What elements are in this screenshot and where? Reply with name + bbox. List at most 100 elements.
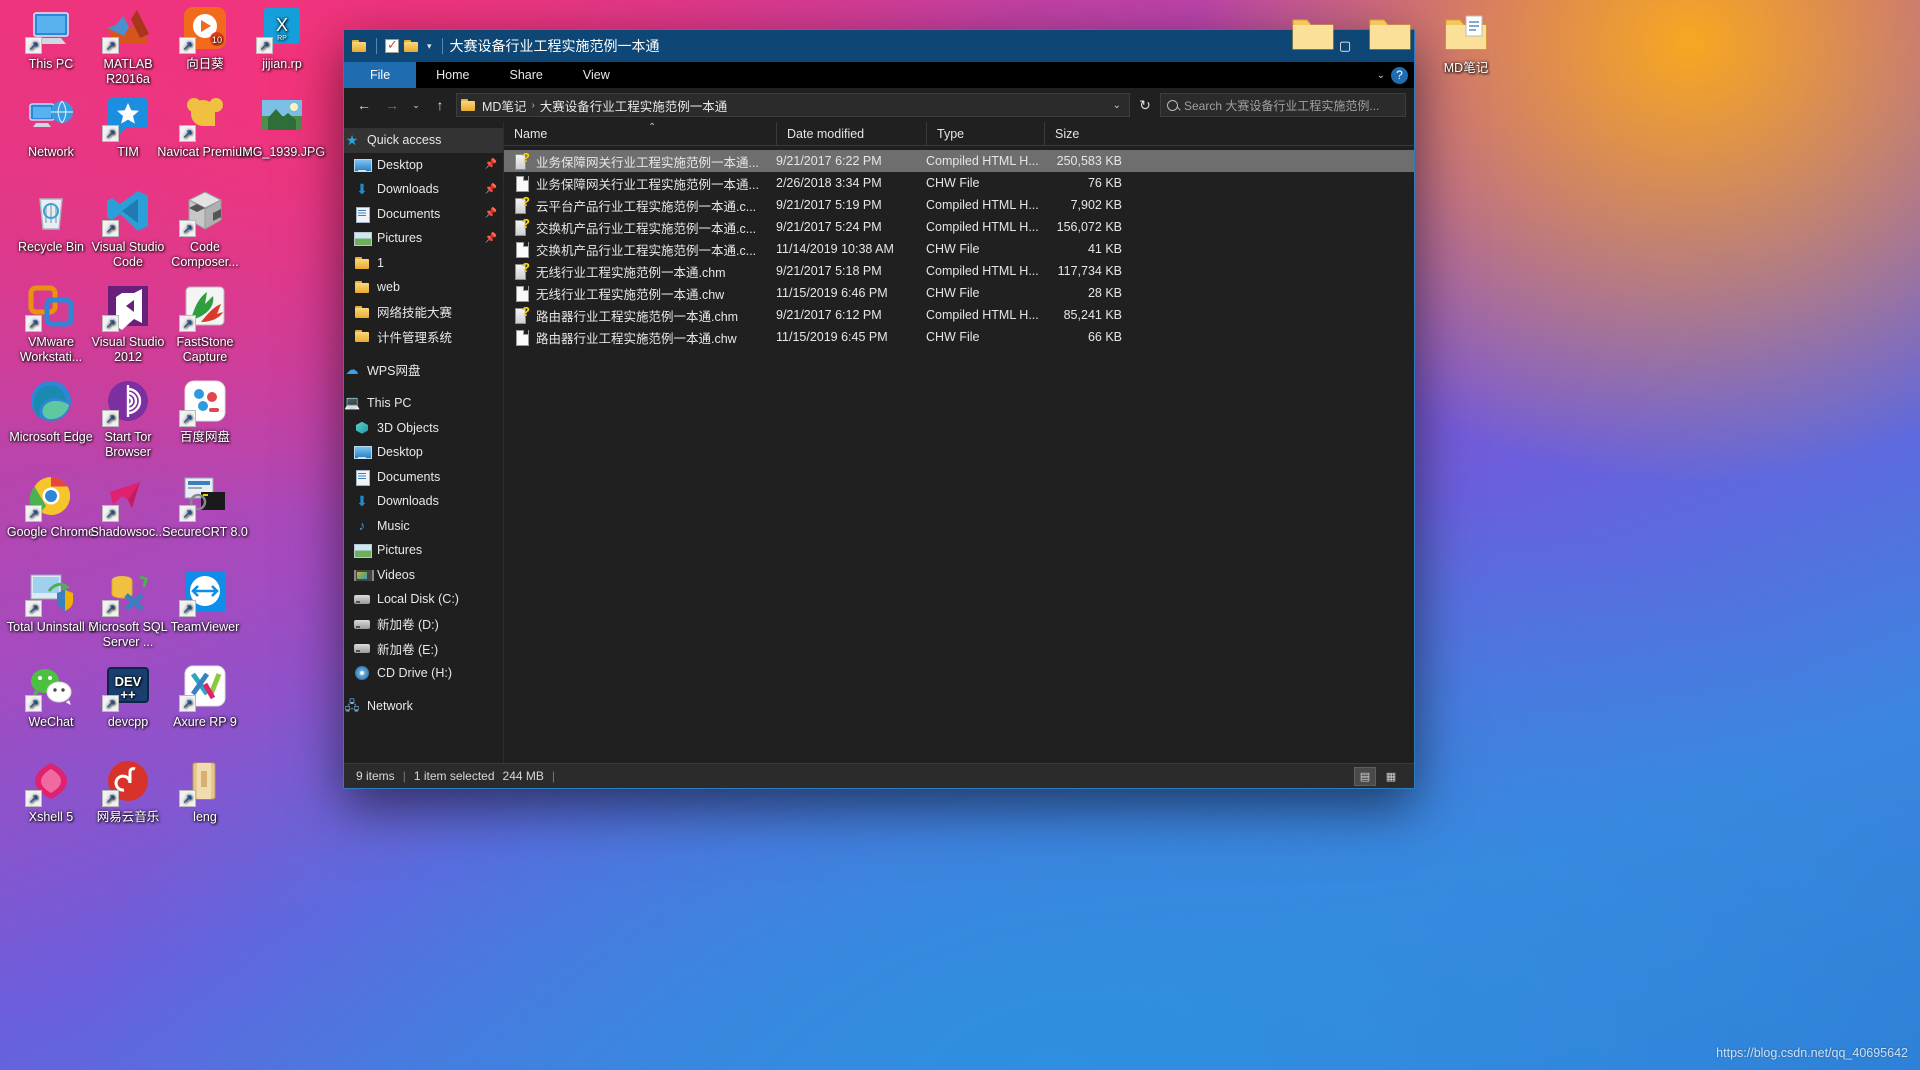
sidebar-item-cd-drive-h-[interactable]: CD Drive (H:) (344, 661, 503, 686)
column-header-type[interactable]: Type (926, 121, 1044, 146)
documents-icon (354, 206, 370, 223)
sidebar-item-this-pc[interactable]: 💻 This PC (344, 391, 503, 416)
sidebar-item-downloads[interactable]: ⬇ Downloads 📌 (344, 177, 503, 202)
column-header-name[interactable]: Name (504, 122, 776, 146)
large-icons-view-button[interactable]: ▦ (1380, 767, 1402, 786)
new-folder-icon[interactable] (404, 39, 420, 53)
file-rows: 业务保障网关行业工程实施范例一本通... 9/21/2017 6:22 PM Com… (504, 146, 1414, 763)
tab-share[interactable]: Share (490, 62, 563, 88)
sidebar-item-desktop[interactable]: Desktop (344, 440, 503, 465)
sidebar-item-label: Documents (377, 469, 441, 484)
netease-music-icon (102, 757, 152, 807)
desktop-icon[interactable]: XRP jijian.rp (234, 4, 330, 72)
pin-icon[interactable]: 📌 (485, 184, 497, 195)
desktop-icon-label: IMG_1939.JPG (238, 145, 326, 159)
sidebar-item-label: This PC (367, 396, 412, 411)
shortcut-overlay-icon (102, 790, 119, 807)
item-count-label: 9 items (356, 769, 395, 783)
details-view-button[interactable]: ▤ (1354, 766, 1376, 786)
sidebar-item-web[interactable]: web (344, 275, 503, 300)
table-row[interactable]: 云平台产品行业工程实施范例一本通.c... 9/21/2017 5:19 PM Co… (504, 194, 1414, 216)
breadcrumb[interactable]: MD笔记 › 大赛设备行业工程实施范例一本通 ⌄ (456, 93, 1130, 117)
table-row[interactable]: 业务保障网关行业工程实施范例一本通... 2/26/2018 3:34 PM CHW… (504, 172, 1414, 194)
sidebar-item--[interactable]: 计件管理系统 (344, 324, 503, 349)
tab-view[interactable]: View (563, 62, 630, 88)
sidebar-item-pictures[interactable]: Pictures (344, 538, 503, 563)
breadcrumb-chevron-0[interactable]: › (531, 100, 534, 111)
sidebar-item-videos[interactable]: Videos (344, 563, 503, 588)
up-button[interactable]: ↑ (428, 93, 452, 117)
desktop-icon[interactable]: FastStone Capture (157, 282, 253, 364)
forward-button[interactable]: → (380, 93, 404, 117)
pin-icon[interactable]: 📌 (485, 233, 497, 244)
table-row[interactable]: 无线行业工程实施范例一本通.chm 9/21/2017 5:18 PM Compil… (504, 260, 1414, 282)
sidebar-item-wps-[interactable]: ☁ WPS网盘 (344, 358, 503, 383)
table-row[interactable]: 路由器行业工程实施范例一本通.chw 11/15/2019 6:45 PM CHW … (504, 326, 1414, 348)
address-dropdown-icon[interactable]: ⌄ (1109, 100, 1125, 111)
help-icon[interactable]: ? (1391, 66, 1408, 84)
desktop-icon[interactable]: MD笔记 (1418, 8, 1514, 76)
desktop-icon[interactable]: SecureCRT 8.0 (157, 472, 253, 540)
back-button[interactable]: ← (352, 93, 376, 117)
sidebar-item-3d-objects[interactable]: 3D Objects (344, 416, 503, 441)
folder-icon (354, 328, 370, 344)
sidebar-item-desktop[interactable]: Desktop 📌 (344, 153, 503, 178)
title-bar[interactable]: ▾ 大赛设备行业工程实施范例一本通 — ▢ ✕ (344, 30, 1414, 62)
chw-file-icon (514, 241, 529, 258)
pin-icon[interactable]: 📌 (485, 208, 497, 219)
column-header-date[interactable]: Date modified (776, 121, 926, 146)
expand-ribbon-icon[interactable]: ⌄ (1377, 70, 1385, 81)
desktop-icon[interactable]: Axure RP 9 (157, 662, 253, 730)
desktop-icon[interactable]: Code Composer... (157, 187, 253, 269)
file-name-label: 业务保障网关行业工程实施范例一本通... (536, 155, 759, 170)
sidebar-item--[interactable]: 网络技能大赛 (344, 300, 503, 325)
qat-divider (376, 38, 377, 54)
table-row[interactable]: 交换机产品行业工程实施范例一本通.c... 11/14/2019 10:38 AM… (504, 238, 1414, 260)
sidebar-item-local-disk-c-[interactable]: Local Disk (C:) (344, 587, 503, 612)
sidebar-item-pictures[interactable]: Pictures 📌 (344, 226, 503, 251)
chevron-down-icon[interactable]: ▾ (427, 41, 432, 52)
desktop-icon[interactable]: 百度网盘 (157, 377, 253, 445)
sidebar-item-downloads[interactable]: ⬇ Downloads (344, 489, 503, 514)
sidebar-item--d-[interactable]: 新加卷 (D:) (344, 612, 503, 637)
file-name-label: 交换机产品行业工程实施范例一本通.c... (536, 243, 757, 258)
table-row[interactable]: 路由器行业工程实施范例一本通.chm 9/21/2017 6:12 PM Compi… (504, 304, 1414, 326)
table-row[interactable]: 交换机产品行业工程实施范例一本通.c... 9/21/2017 5:24 PM Co… (504, 216, 1414, 238)
breadcrumb-item-0[interactable]: MD笔记 (482, 96, 526, 115)
sidebar-item-label: Videos (377, 567, 415, 582)
shortcut-overlay-icon (179, 37, 196, 54)
xshell-icon (25, 757, 75, 807)
desktop-icon[interactable]: IMG_1939.JPG (234, 92, 330, 160)
shortcut-overlay-icon (25, 790, 42, 807)
chm-file-icon (514, 152, 530, 170)
properties-icon[interactable] (385, 37, 399, 53)
table-row[interactable]: 业务保障网关行业工程实施范例一本通... 9/21/2017 6:22 PM Com… (504, 150, 1414, 172)
breadcrumb-item-1[interactable]: 大赛设备行业工程实施范例一本通 (540, 96, 728, 115)
tab-file[interactable]: File (344, 62, 417, 88)
shortcut-overlay-icon (179, 505, 196, 522)
desktop-icon[interactable]: leng (157, 757, 253, 825)
column-header-size[interactable]: Size (1044, 121, 1132, 146)
desktop-icon[interactable]: TeamViewer (157, 567, 253, 635)
tab-home[interactable]: Home (416, 62, 489, 88)
sidebar-item-1[interactable]: 1 (344, 251, 503, 276)
explorer-body: ★ Quick access Desktop 📌 ⬇ Downloads 📌 Document… (344, 121, 1414, 763)
sidebar-item-quick-access[interactable]: ★ Quick access (344, 128, 503, 153)
refresh-button[interactable]: ↻ (1134, 97, 1156, 114)
sidebar-item-documents[interactable]: Documents 📌 (344, 202, 503, 227)
shortcut-overlay-icon (102, 410, 119, 427)
column-headers: Name Date modified Type Size ⌃ (504, 121, 1414, 146)
table-row[interactable]: 无线行业工程实施范例一本通.chw 11/15/2019 6:46 PM CHW F… (504, 282, 1414, 304)
shortcut-overlay-icon (256, 37, 273, 54)
sidebar-item-documents[interactable]: Documents (344, 465, 503, 490)
sidebar-item--e-[interactable]: 新加卷 (E:) (344, 636, 503, 661)
pin-icon[interactable]: 📌 (485, 159, 497, 170)
sidebar-item-network[interactable]: 🖧 Network (344, 694, 503, 719)
recent-locations-button[interactable]: ⌄ (408, 93, 424, 117)
sidebar-item-music[interactable]: ♪ Music (344, 514, 503, 539)
securecrt-icon (179, 472, 229, 522)
search-input[interactable]: Search 大赛设备行业工程实施范例... (1160, 93, 1406, 117)
file-name-label: 无线行业工程实施范例一本通.chw (536, 287, 725, 302)
axure-file-icon: X RP (256, 4, 306, 54)
qat-divider-2 (441, 38, 443, 54)
